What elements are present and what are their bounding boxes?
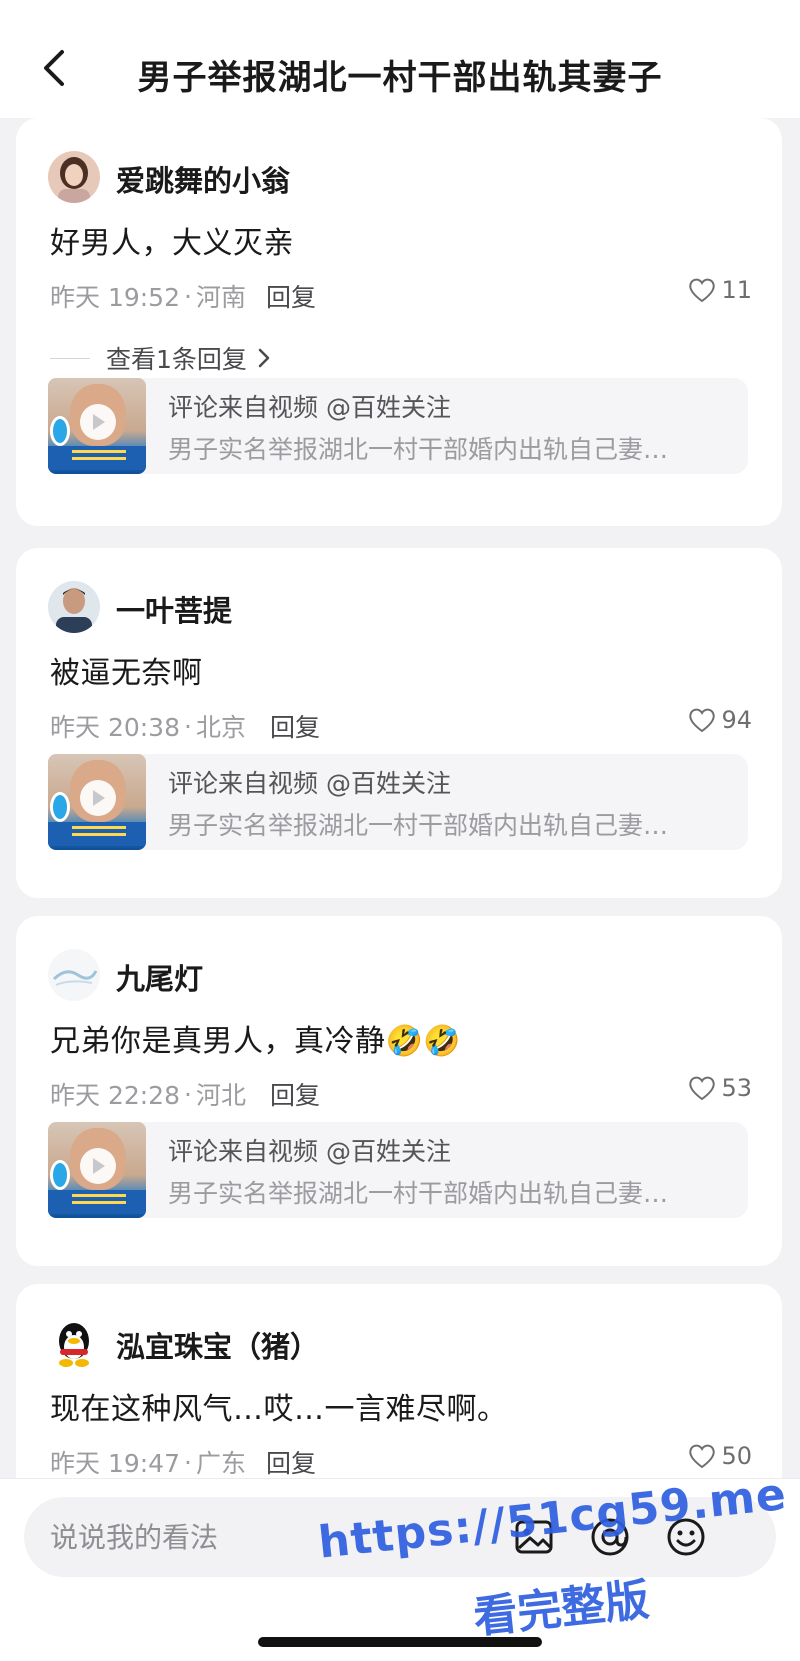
comment-time: 昨天 22:28 xyxy=(50,1081,180,1110)
like-count: 50 xyxy=(721,1442,752,1470)
comment-input[interactable] xyxy=(50,1515,530,1559)
chevron-right-icon xyxy=(258,348,270,368)
comment-card: 一叶菩提 被逼无奈啊 昨天 20:38 · 北京 回复 94 评论来自视频 @百… xyxy=(16,548,782,898)
heart-icon xyxy=(689,708,716,733)
reply-button[interactable]: 回复 xyxy=(270,1076,320,1112)
video-thumbnail xyxy=(48,754,146,850)
reply-button[interactable]: 回复 xyxy=(266,1444,316,1478)
like-count: 11 xyxy=(721,276,752,304)
video-thumbnail xyxy=(48,378,146,474)
comment-meta: 昨天 19:52 · 河南 xyxy=(50,278,246,314)
divider xyxy=(50,357,90,359)
comment-time: 昨天 19:47 xyxy=(50,1449,180,1478)
video-thumbnail xyxy=(48,1122,146,1218)
avatar[interactable] xyxy=(48,949,100,1001)
comment-page: 男子举报湖北一村干部出轨其妻子 爱跳舞的小翁 好男人，大义灭亲 昨天 19:52… xyxy=(0,0,800,1661)
username[interactable]: 泓宜珠宝（猪） xyxy=(116,1324,319,1366)
comment-meta: 昨天 22:28 · 河北 xyxy=(50,1076,246,1112)
comment-location: 广东 xyxy=(195,1449,246,1478)
play-icon xyxy=(80,404,116,440)
play-icon xyxy=(80,780,116,816)
video-title: 男子实名举报湖北一村干部婚内出轨自己妻… xyxy=(168,811,669,840)
meta-separator: · xyxy=(184,711,192,741)
video-source: 评论来自视频 @百姓关注 xyxy=(168,769,451,798)
username[interactable]: 爱跳舞的小翁 xyxy=(116,158,290,200)
comment-meta: 昨天 20:38 · 北京 xyxy=(50,708,246,744)
comment-time: 昨天 19:52 xyxy=(50,283,180,312)
comment-text: 好男人，大义灭亲 xyxy=(50,226,294,261)
video-reference[interactable]: 评论来自视频 @百姓关注 男子实名举报湖北一村干部婚内出轨自己妻… xyxy=(48,378,748,474)
comment-text-body: 兄弟你是真男人，真冷静 xyxy=(50,1024,386,1059)
video-source: 评论来自视频 @百姓关注 xyxy=(168,393,451,422)
username[interactable]: 一叶菩提 xyxy=(116,588,232,630)
comment-card: 泓宜珠宝（猪） 现在这种风气…哎…一言难尽啊。 昨天 19:47 · 广东 回复… xyxy=(16,1284,782,1478)
video-title: 男子实名举报湖北一村干部婚内出轨自己妻… xyxy=(168,435,669,464)
comment-input-container[interactable] xyxy=(24,1497,776,1577)
comment-text: 兄弟你是真男人，真冷静🤣🤣 xyxy=(50,1016,461,1060)
heart-icon xyxy=(689,1076,716,1101)
comment-text: 现在这种风气…哎…一言难尽啊。 xyxy=(50,1392,508,1427)
emoji-icon[interactable] xyxy=(664,1515,708,1559)
reply-button[interactable]: 回复 xyxy=(270,708,320,744)
comment-meta: 昨天 19:47 · 广东 xyxy=(50,1444,246,1479)
like-count: 53 xyxy=(721,1074,752,1102)
meta-separator: · xyxy=(184,1447,192,1477)
page-title: 男子举报湖北一村干部出轨其妻子 xyxy=(137,58,663,98)
comment-list: 爱跳舞的小翁 好男人，大义灭亲 昨天 19:52 · 河南 回复 11 查看1条… xyxy=(0,118,800,1478)
comment-time: 昨天 20:38 xyxy=(50,713,180,742)
comment-text: 被逼无奈啊 xyxy=(50,656,203,691)
meta-separator: · xyxy=(184,1079,192,1109)
top-bar: 男子举报湖北一村干部出轨其妻子 xyxy=(0,0,800,118)
meta-separator: · xyxy=(184,281,192,311)
like-button[interactable]: 53 xyxy=(687,1074,752,1102)
mention-icon[interactable] xyxy=(588,1515,632,1559)
comment-card: 爱跳舞的小翁 好男人，大义灭亲 昨天 19:52 · 河南 回复 11 查看1条… xyxy=(16,118,782,526)
video-source: 评论来自视频 @百姓关注 xyxy=(168,1137,451,1166)
image-icon[interactable] xyxy=(512,1515,556,1559)
laughing-emoji: 🤣🤣 xyxy=(385,1024,462,1059)
video-reference[interactable]: 评论来自视频 @百姓关注 男子实名举报湖北一村干部婚内出轨自己妻… xyxy=(48,1122,748,1218)
play-icon xyxy=(80,1148,116,1184)
like-count: 94 xyxy=(721,706,752,734)
view-replies-label: 查看1条回复 xyxy=(106,345,247,374)
avatar[interactable] xyxy=(48,581,100,633)
like-button[interactable]: 50 xyxy=(687,1442,752,1470)
heart-icon xyxy=(689,1444,716,1469)
avatar[interactable] xyxy=(48,151,100,203)
reply-button[interactable]: 回复 xyxy=(266,278,316,314)
like-button[interactable]: 11 xyxy=(687,276,752,304)
comment-location: 河北 xyxy=(195,1081,246,1110)
video-title: 男子实名举报湖北一村干部婚内出轨自己妻… xyxy=(168,1179,669,1208)
comment-input-bar xyxy=(0,1478,800,1661)
avatar[interactable] xyxy=(48,1317,100,1369)
video-reference[interactable]: 评论来自视频 @百姓关注 男子实名举报湖北一村干部婚内出轨自己妻… xyxy=(48,754,748,850)
comment-card: 九尾灯 兄弟你是真男人，真冷静🤣🤣 昨天 22:28 · 河北 回复 53 评论… xyxy=(16,916,782,1266)
heart-icon xyxy=(689,278,716,303)
comment-location: 河南 xyxy=(195,283,246,312)
home-indicator xyxy=(258,1637,542,1647)
comment-location: 北京 xyxy=(195,713,246,742)
view-replies-button[interactable]: 查看1条回复 xyxy=(50,340,271,376)
like-button[interactable]: 94 xyxy=(687,706,752,734)
username[interactable]: 九尾灯 xyxy=(116,956,203,998)
